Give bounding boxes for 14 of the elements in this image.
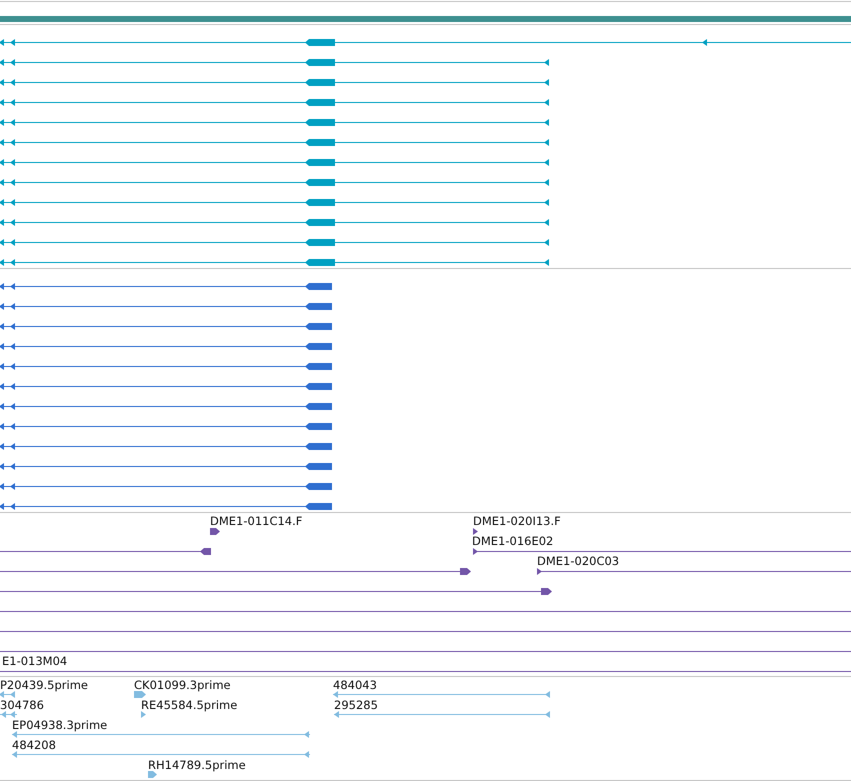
feature-label: RE45584.5prime [141,698,238,712]
feature-label: DME1-016E02 [472,534,554,548]
feature-label: DME1-011C14.F [210,514,302,528]
feature-label: 484043 [333,678,377,692]
feature-label: DME1-020I13.F [473,514,561,528]
feature-label: RH14789.5prime [148,758,246,772]
feature-label: E1-013M04 [2,654,68,668]
feature-label: DME1-020C03 [537,554,620,568]
feature-label: P20439.5prime [0,678,88,692]
feature-label: 295285 [334,698,378,712]
feature-label: 304786 [0,698,44,712]
feature-label: CK01099.3prime [134,678,231,692]
feature-label: 484208 [12,738,56,752]
feature-label: EP04938.3prime [12,718,108,732]
